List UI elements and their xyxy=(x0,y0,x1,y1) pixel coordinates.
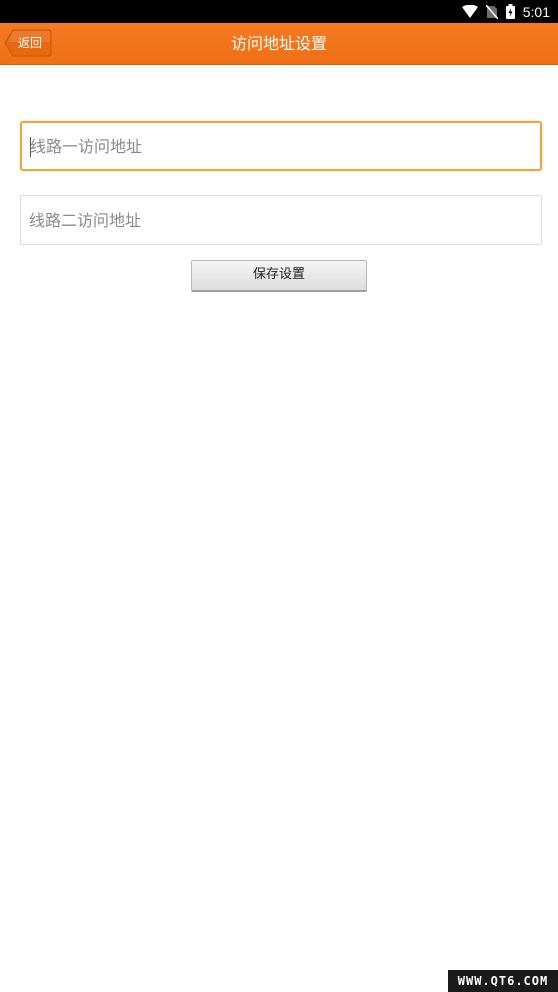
line1-address-field[interactable] xyxy=(20,121,542,171)
line2-address-input[interactable] xyxy=(21,196,541,244)
status-time: 5:01 xyxy=(522,3,550,20)
status-bar: 5:01 xyxy=(0,0,558,23)
wifi-icon xyxy=(461,5,478,18)
line1-address-input[interactable] xyxy=(22,123,540,169)
back-button-label: 返回 xyxy=(18,36,43,50)
site-watermark: WWW.QT6.COM xyxy=(448,970,558,992)
battery-charging-icon xyxy=(505,4,515,19)
page-title: 访问地址设置 xyxy=(230,34,327,53)
line2-address-field[interactable] xyxy=(20,195,542,245)
status-icons: 5:01 xyxy=(461,0,550,23)
back-button[interactable]: 返回 xyxy=(4,29,52,57)
title-bar: 访问地址设置 返回 xyxy=(0,23,558,65)
save-settings-button[interactable]: 保存设置 xyxy=(191,260,367,292)
no-sim-icon xyxy=(485,4,498,19)
text-cursor xyxy=(30,137,31,157)
